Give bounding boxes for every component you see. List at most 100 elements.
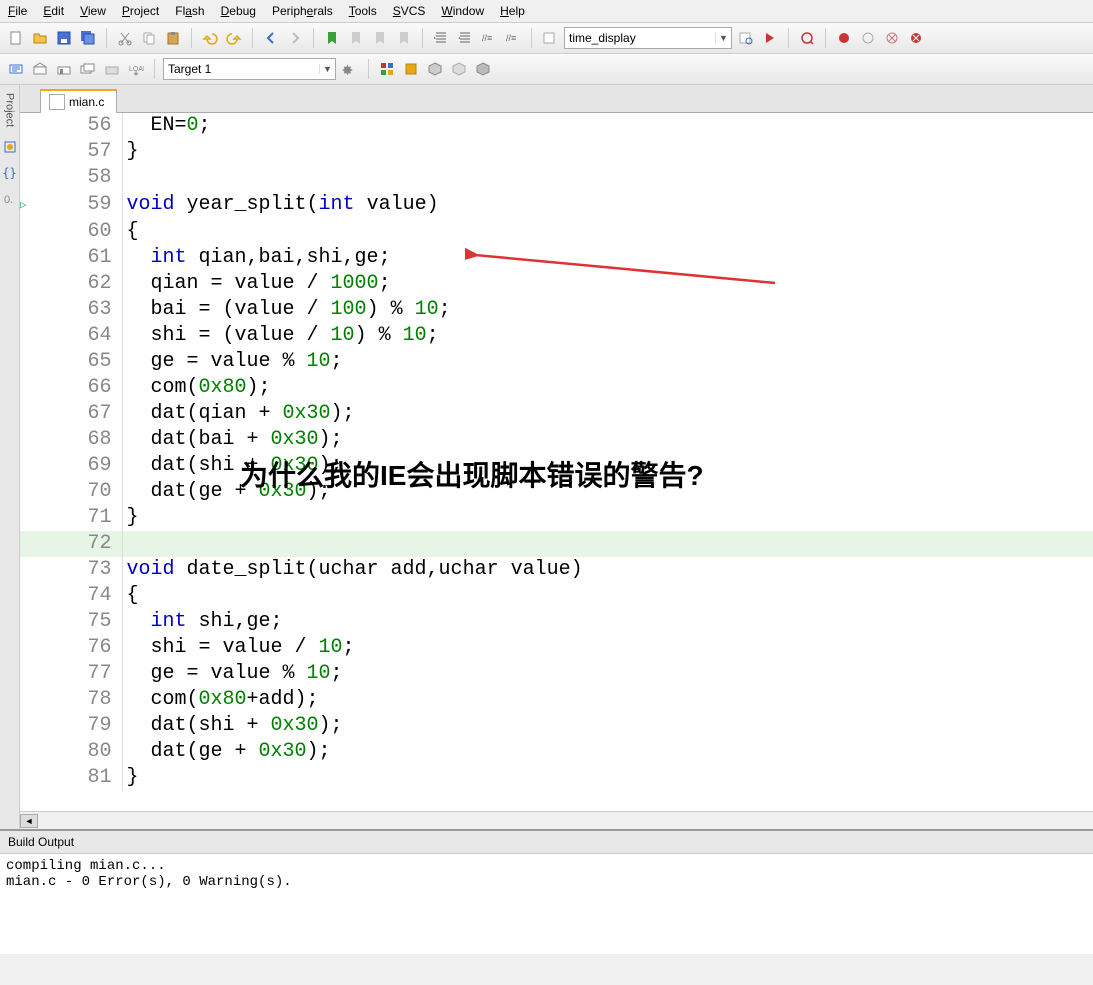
download-icon[interactable]: LOAD: [126, 59, 146, 79]
menu-view[interactable]: View: [80, 4, 106, 18]
line-number: 68: [52, 427, 122, 453]
cut-icon[interactable]: [115, 28, 135, 48]
bookmark-clear-icon[interactable]: [394, 28, 414, 48]
pack-installer-icon[interactable]: [425, 59, 445, 79]
manage-rte-icon[interactable]: [377, 59, 397, 79]
line-number: 59: [52, 191, 122, 219]
code-line[interactable]: dat(bai + 0x30);: [122, 427, 1093, 453]
pack-icon[interactable]: [473, 59, 493, 79]
code-line[interactable]: EN=0;: [122, 113, 1093, 139]
file-tab[interactable]: mian.c: [40, 89, 117, 113]
code-line[interactable]: dat(ge + 0x30);: [122, 739, 1093, 765]
sidebar-braces-icon[interactable]: {}: [0, 163, 20, 183]
debug-start-icon[interactable]: [797, 28, 817, 48]
menu-file[interactable]: File: [8, 4, 27, 18]
menu-window[interactable]: Window: [441, 4, 484, 18]
indent-icon[interactable]: [431, 28, 451, 48]
nav-back-icon[interactable]: [261, 28, 281, 48]
code-line[interactable]: qian = value / 1000;: [122, 271, 1093, 297]
options-icon[interactable]: [340, 59, 360, 79]
code-line[interactable]: {: [122, 583, 1093, 609]
code-editor[interactable]: 56 EN=0;57}58▷59void year_split(int valu…: [20, 113, 1093, 811]
project-tab[interactable]: Project: [3, 89, 17, 131]
menu-peripherals[interactable]: Peripherals: [272, 4, 333, 18]
breakpoint-kill-icon[interactable]: [906, 28, 926, 48]
line-number: 80: [52, 739, 122, 765]
breakpoint-delete-icon[interactable]: [882, 28, 902, 48]
code-line[interactable]: dat(qian + 0x30);: [122, 401, 1093, 427]
code-line[interactable]: [122, 531, 1093, 557]
menu-debug[interactable]: Debug: [221, 4, 256, 18]
translate-icon[interactable]: [6, 59, 26, 79]
code-line[interactable]: }: [122, 139, 1093, 165]
undo-icon[interactable]: [200, 28, 220, 48]
menu-project[interactable]: Project: [122, 4, 159, 18]
code-line[interactable]: dat(shi + 0x30);: [122, 713, 1093, 739]
search-combo[interactable]: ▼: [564, 27, 732, 49]
bookmark-prev-icon[interactable]: [346, 28, 366, 48]
books-icon[interactable]: [449, 59, 469, 79]
bookmark-icon[interactable]: [322, 28, 342, 48]
menu-flash[interactable]: Flash: [175, 4, 204, 18]
paste-icon[interactable]: [163, 28, 183, 48]
save-all-icon[interactable]: [78, 28, 98, 48]
menu-help[interactable]: Help: [500, 4, 525, 18]
select-packs-icon[interactable]: [401, 59, 421, 79]
search-dropdown-icon[interactable]: ▼: [715, 33, 731, 43]
line-number: 77: [52, 661, 122, 687]
line-number: 74: [52, 583, 122, 609]
bookmark-next-icon[interactable]: [370, 28, 390, 48]
batch-build-icon[interactable]: [78, 59, 98, 79]
open-file-icon[interactable]: [30, 28, 50, 48]
horizontal-scrollbar[interactable]: ◄: [20, 811, 1093, 829]
debug-run-icon[interactable]: [760, 28, 780, 48]
code-line[interactable]: void date_split(uchar add,uchar value): [122, 557, 1093, 583]
menu-edit[interactable]: Edit: [43, 4, 64, 18]
code-line[interactable]: {: [122, 219, 1093, 245]
menu-tools[interactable]: Tools: [349, 4, 377, 18]
find-icon[interactable]: [540, 28, 560, 48]
code-line[interactable]: ge = value % 10;: [122, 349, 1093, 375]
copy-icon[interactable]: [139, 28, 159, 48]
code-line[interactable]: shi = value / 10;: [122, 635, 1093, 661]
line-number: 73: [52, 557, 122, 583]
search-input[interactable]: [565, 28, 715, 48]
comment-icon[interactable]: //≡: [479, 28, 499, 48]
code-line[interactable]: com(0x80);: [122, 375, 1093, 401]
nav-forward-icon[interactable]: [285, 28, 305, 48]
menu-svcs[interactable]: SVCS: [393, 4, 426, 18]
main-area: Project {} 0. mian.c 56 EN=0;57}58▷59voi…: [0, 85, 1093, 829]
left-sidebar: Project {} 0.: [0, 85, 20, 829]
target-dropdown-icon[interactable]: ▼: [319, 64, 335, 74]
build-icon[interactable]: [30, 59, 50, 79]
code-line[interactable]: }: [122, 505, 1093, 531]
target-input[interactable]: [164, 59, 319, 79]
code-line[interactable]: com(0x80+add);: [122, 687, 1093, 713]
code-line[interactable]: shi = (value / 10) % 10;: [122, 323, 1093, 349]
save-icon[interactable]: [54, 28, 74, 48]
line-number: 70: [52, 479, 122, 505]
target-combo[interactable]: ▼: [163, 58, 336, 80]
code-line[interactable]: int qian,bai,shi,ge;: [122, 245, 1093, 271]
code-line[interactable]: dat(shi + 0x30);: [122, 453, 1093, 479]
breakpoint-icon[interactable]: [834, 28, 854, 48]
code-line[interactable]: [122, 165, 1093, 191]
sidebar-func-icon[interactable]: 0.: [0, 189, 20, 209]
find-next-icon[interactable]: [736, 28, 756, 48]
new-file-icon[interactable]: [6, 28, 26, 48]
code-line[interactable]: void year_split(int value): [122, 191, 1093, 219]
uncomment-icon[interactable]: //≡: [503, 28, 523, 48]
code-line[interactable]: bai = (value / 100) % 10;: [122, 297, 1093, 323]
rebuild-icon[interactable]: [54, 59, 74, 79]
redo-icon[interactable]: [224, 28, 244, 48]
code-line[interactable]: int shi,ge;: [122, 609, 1093, 635]
code-line[interactable]: }: [122, 765, 1093, 791]
sidebar-icon-1[interactable]: [0, 137, 20, 157]
code-line[interactable]: dat(ge + 0x30);: [122, 479, 1093, 505]
breakpoint-disable-icon[interactable]: [858, 28, 878, 48]
stop-build-icon[interactable]: [102, 59, 122, 79]
code-line[interactable]: ge = value % 10;: [122, 661, 1093, 687]
scroll-left-icon[interactable]: ◄: [20, 814, 38, 828]
unindent-icon[interactable]: [455, 28, 475, 48]
build-output-body[interactable]: compiling mian.c... mian.c - 0 Error(s),…: [0, 854, 1093, 954]
